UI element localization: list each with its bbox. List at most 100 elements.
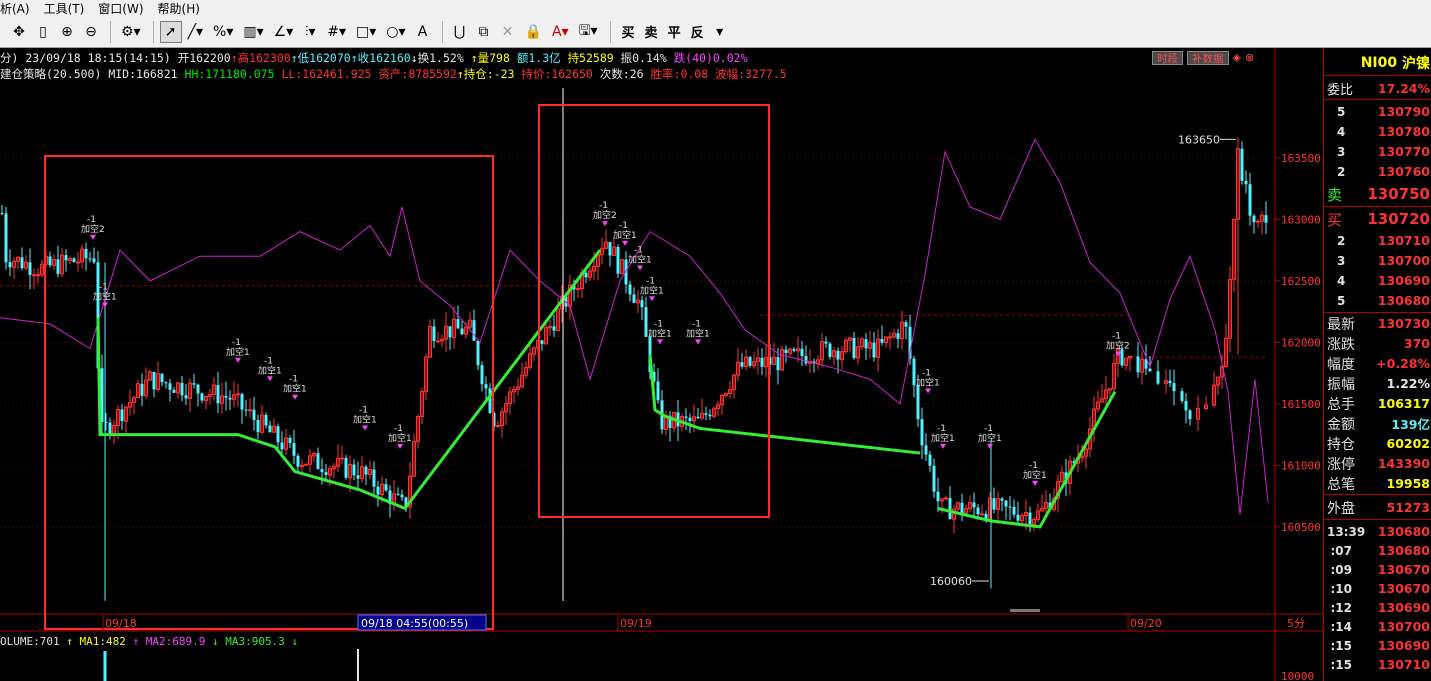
fill-data-button[interactable]: 补数据 [1187, 51, 1229, 65]
signal-minus-label: -1 [922, 369, 931, 379]
candle-body [8, 262, 12, 268]
sell-button[interactable]: 卖 [645, 22, 658, 41]
signal-minus-label: -1 [646, 276, 655, 286]
circle-tool-icon[interactable]: ○▾ [382, 21, 409, 43]
candle-body [552, 326, 556, 331]
stat-value: 1.22% [1386, 376, 1430, 391]
signal-down-triangle [637, 265, 643, 271]
close-position-button[interactable]: 平 [668, 22, 681, 41]
ask-row[interactable]: 5 130790 [1324, 102, 1431, 121]
grid-tool-icon[interactable]: #▾ [323, 21, 350, 43]
candle-body [616, 247, 620, 274]
ask-row[interactable]: 3 130770 [1324, 142, 1431, 161]
percent-tool-icon[interactable]: %▾ [209, 21, 237, 43]
more-chevron-icon[interactable]: ▾ [709, 21, 731, 43]
candle-body [740, 362, 744, 367]
tick-row: :15 130710 [1324, 655, 1431, 674]
menu-help[interactable]: 帮助(H) [158, 0, 200, 17]
candle-body [264, 414, 268, 426]
sell-row[interactable]: 卖 130750 [1324, 184, 1431, 204]
panel-divider [1324, 519, 1431, 520]
candle-body [240, 393, 244, 410]
candle-body [108, 422, 112, 435]
symbol-name: 沪镍 [1402, 56, 1430, 72]
candle-body [496, 425, 500, 428]
cursor-bar-icon[interactable]: ▯ [32, 21, 54, 43]
pointer-arrow-icon[interactable]: ➚ [159, 20, 182, 43]
candle-body [944, 497, 948, 500]
candle-body [656, 381, 660, 401]
toolbar-separator [609, 20, 611, 43]
copy-icon[interactable]: ⧉ [473, 21, 495, 43]
hh-text: HH:171180.075 [184, 67, 275, 81]
bid-row[interactable]: 2 130710 [1324, 231, 1431, 250]
bid-row[interactable]: 5 130680 [1324, 291, 1431, 310]
candle-body [1156, 371, 1160, 384]
ask-row[interactable]: 2 130760 [1324, 162, 1431, 181]
magnet-icon[interactable]: ⋃ [449, 21, 471, 43]
bid-row[interactable]: 4 130690 [1324, 271, 1431, 290]
delete-icon[interactable]: ✕ [497, 21, 519, 43]
menu-tools[interactable]: 工具(T) [44, 0, 85, 17]
color-icon[interactable]: A▾ [548, 21, 573, 43]
text-tool-icon[interactable]: A [412, 21, 434, 43]
signal-add-short-label: 加空1 [613, 229, 637, 241]
buy-button[interactable]: 买 [622, 22, 635, 41]
buy-row[interactable]: 买 130720 [1324, 209, 1431, 229]
signal-minus-label: -1 [634, 246, 643, 256]
change-text: 跌(40)0.02% [673, 51, 748, 65]
candle-body [180, 382, 184, 396]
line-tool-icon[interactable]: ╱▾ [184, 21, 207, 43]
kline-chart[interactable]: 163500 163000 162500 162000 161500 161000 1605… [0, 48, 1323, 681]
lock-icon[interactable]: 🔒 [521, 21, 546, 43]
bid-level: 2 [1337, 233, 1346, 248]
y-tick-label: 161000 [1281, 459, 1321, 472]
bid-row[interactable]: 3 130700 [1324, 251, 1431, 270]
zoom-in-icon[interactable]: ⊕ [56, 21, 78, 43]
candle-body [776, 357, 780, 371]
signal-minus-label: -1 [99, 282, 108, 292]
candle-body [924, 445, 928, 455]
zoom-out-icon[interactable]: ⊖ [80, 21, 102, 43]
diamond-icon[interactable]: ◈ [1233, 51, 1241, 65]
candle-body [32, 274, 36, 277]
ruler-tool-icon[interactable]: ▥▾ [239, 21, 267, 43]
menu-analysis[interactable]: 析(A) [0, 0, 30, 17]
tick-row: :10 130670 [1324, 579, 1431, 598]
candle-body [192, 383, 196, 385]
candle-body [196, 384, 200, 394]
candle-body [164, 382, 168, 384]
hold-text: 持仓:-23 [463, 67, 515, 81]
signal-add-short-label: 加空1 [93, 290, 117, 302]
angle-tool-icon[interactable]: ∠▾ [270, 21, 298, 43]
candle-body [88, 258, 92, 260]
rectangle-tool-icon[interactable]: □▾ [352, 21, 380, 43]
candle-body [916, 385, 920, 420]
close-icon[interactable]: ⊗ [1245, 51, 1254, 65]
candle-body [224, 395, 228, 398]
x-tick-label: 09/19 [620, 617, 652, 630]
settings-gear-icon[interactable]: ⚙▾ [117, 21, 145, 43]
highlight-box [538, 104, 770, 518]
tick-time: :07 [1330, 543, 1353, 558]
ask-row[interactable]: 4 130780 [1324, 122, 1431, 141]
stat-value: +0.28% [1376, 356, 1430, 371]
candle-body [792, 349, 796, 351]
tick-time: :09 [1330, 562, 1353, 577]
bid-price: 130710 [1377, 233, 1430, 248]
signal-add-short-label: 加空1 [226, 346, 250, 358]
candle-body [84, 249, 88, 259]
signal-add-short-label: 加空1 [353, 413, 377, 425]
channel-tool-icon[interactable]: ⫶▾ [299, 21, 321, 43]
candle-body [340, 457, 344, 460]
signal-minus-label: -1 [984, 424, 993, 434]
menu-window[interactable]: 窗口(W) [98, 0, 143, 17]
signal-down-triangle [649, 296, 655, 302]
candle-body [36, 274, 40, 277]
signal-minus-label: -1 [232, 338, 241, 348]
save-icon[interactable]: 🖫▾ [575, 21, 602, 43]
reverse-button[interactable]: 反 [691, 22, 704, 41]
candle-body [632, 294, 636, 303]
session-button[interactable]: 时段 [1152, 51, 1183, 65]
move-icon[interactable]: ✥ [8, 21, 30, 43]
